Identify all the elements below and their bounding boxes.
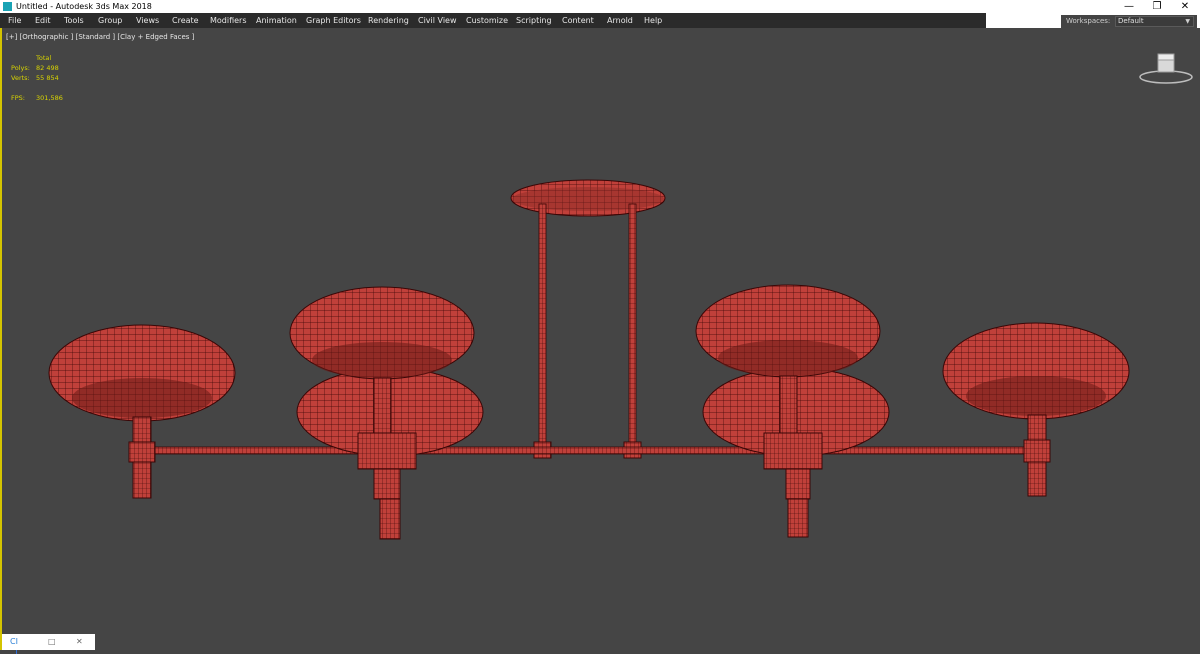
- lamp-inner-right: [695, 284, 890, 538]
- stats-polys-value: 82 498: [36, 64, 59, 72]
- viewcube-icon[interactable]: [1138, 48, 1194, 88]
- minimize-button[interactable]: —: [1115, 0, 1143, 13]
- viewport-tab-icon[interactable]: CI: [10, 635, 18, 649]
- workspaces-label: Workspaces:: [1066, 17, 1111, 25]
- menu-help[interactable]: Help: [644, 13, 662, 28]
- stats-polys-label: Polys:: [11, 64, 30, 72]
- ceiling-canopy: [510, 179, 666, 217]
- 3dsmax-app-icon: [3, 2, 12, 11]
- menu-content[interactable]: Content: [562, 13, 594, 28]
- bottom-viewport-tabs: CI □ ✕: [2, 634, 95, 650]
- close-viewport-icon[interactable]: ✕: [76, 635, 83, 649]
- menu-bar: File Edit Tools Group Views Create Modif…: [0, 13, 986, 28]
- title-bar: Untitled - Autodesk 3ds Max 2018 — ❐ ✕: [0, 0, 1200, 13]
- menu-views[interactable]: Views: [136, 13, 159, 28]
- menu-customize[interactable]: Customize: [466, 13, 508, 28]
- menu-file[interactable]: File: [8, 13, 21, 28]
- menu-rendering[interactable]: Rendering: [368, 13, 409, 28]
- menu-modifiers[interactable]: Modifiers: [210, 13, 247, 28]
- perspective-viewport[interactable]: [+] [Orthographic ] [Standard ] [Clay + …: [0, 28, 1200, 654]
- support-rods: [533, 203, 642, 459]
- menu-tools[interactable]: Tools: [64, 13, 84, 28]
- scene-model-view: [48, 179, 1130, 540]
- lamp-inner-left: [289, 286, 484, 540]
- menu-group[interactable]: Group: [98, 13, 122, 28]
- chevron-down-icon: ▼: [1185, 18, 1190, 25]
- stats-total-label: Total: [36, 54, 52, 62]
- stats-fps-label: FPS:: [11, 94, 25, 102]
- close-button[interactable]: ✕: [1171, 0, 1199, 13]
- horizontal-arm: [151, 446, 1029, 455]
- workspaces-dropdown[interactable]: Default ▼: [1115, 16, 1194, 27]
- stats-verts-label: Verts:: [11, 74, 30, 82]
- menu-create[interactable]: Create: [172, 13, 199, 28]
- menu-arnold[interactable]: Arnold: [607, 13, 633, 28]
- menu-scripting[interactable]: Scripting: [516, 13, 552, 28]
- viewport-label-menu[interactable]: [+] [Orthographic ] [Standard ] [Clay + …: [6, 33, 194, 41]
- menu-civil-view[interactable]: Civil View: [418, 13, 457, 28]
- menu-edit[interactable]: Edit: [35, 13, 51, 28]
- menu-graph-editors[interactable]: Graph Editors: [306, 13, 361, 28]
- workspaces-value: Default: [1118, 17, 1144, 25]
- menu-animation[interactable]: Animation: [256, 13, 297, 28]
- workspaces-switcher: Workspaces: Default ▼: [1061, 15, 1197, 28]
- stats-fps-value: 301,586: [36, 94, 63, 102]
- window-title: Untitled - Autodesk 3ds Max 2018: [16, 2, 152, 11]
- lamp-far-left: [48, 324, 236, 499]
- maximize-viewport-icon[interactable]: □: [48, 635, 56, 649]
- lamp-far-right: [942, 322, 1130, 497]
- restore-button[interactable]: ❐: [1143, 0, 1171, 13]
- stats-verts-value: 55 854: [36, 74, 59, 82]
